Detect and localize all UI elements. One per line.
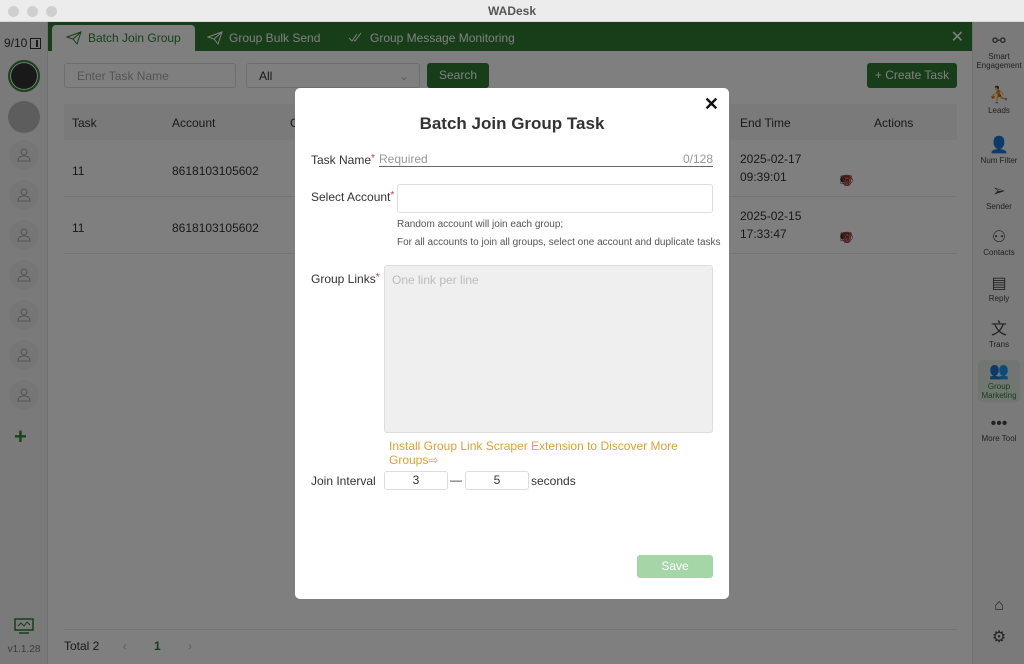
minimize-window-button[interactable] bbox=[27, 6, 38, 17]
interval-min-input[interactable]: 3 bbox=[384, 471, 448, 490]
dialog-title: Batch Join Group Task bbox=[419, 114, 605, 133]
account-hint: For all accounts to join all groups, sel… bbox=[397, 237, 721, 248]
save-button[interactable]: Save bbox=[637, 555, 713, 578]
task-name-label: Task Name* bbox=[311, 153, 375, 167]
interval-unit: seconds bbox=[531, 474, 576, 488]
char-counter: 0/128 bbox=[682, 152, 713, 166]
interval-max-input[interactable]: 5 bbox=[465, 471, 529, 490]
window-controls[interactable] bbox=[8, 6, 57, 17]
task-name-input[interactable]: Required 0/128 bbox=[379, 152, 713, 167]
select-account-label: Select Account* bbox=[311, 190, 395, 204]
maximize-window-button[interactable] bbox=[46, 6, 57, 17]
account-hint: Random account will join each group; bbox=[397, 219, 564, 230]
window-title: WADesk bbox=[487, 4, 537, 18]
join-interval-label: Join Interval bbox=[311, 474, 376, 488]
range-dash: — bbox=[450, 473, 462, 487]
group-links-label: Group Links* bbox=[311, 272, 380, 286]
install-extension-link[interactable]: Install Group Link Scraper Extension to … bbox=[389, 439, 729, 467]
title-bar: WADesk bbox=[0, 0, 1024, 22]
select-account-field[interactable] bbox=[397, 184, 713, 213]
batch-join-group-dialog: ✕ Batch Join Group Task Task Name* Requi… bbox=[295, 88, 729, 599]
group-links-textarea[interactable]: One link per line bbox=[384, 265, 713, 433]
close-icon[interactable]: ✕ bbox=[704, 94, 719, 115]
close-window-button[interactable] bbox=[8, 6, 19, 17]
arrow-right-icon: ⇨ bbox=[428, 453, 439, 467]
